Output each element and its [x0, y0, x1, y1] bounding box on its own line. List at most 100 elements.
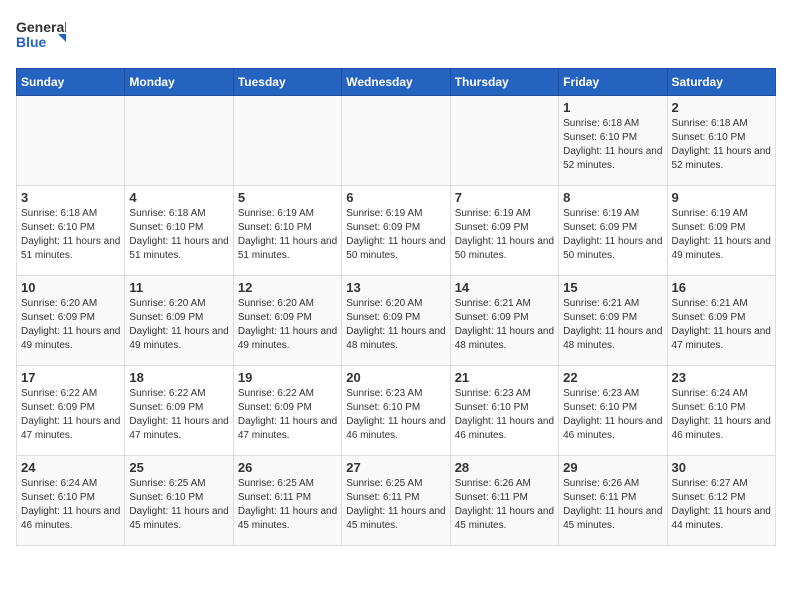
calendar-cell: 13 Sunrise: 6:20 AM Sunset: 6:09 PM Dayli… — [342, 276, 450, 366]
day-number: 1 — [563, 100, 662, 115]
calendar-cell: 29 Sunrise: 6:26 AM Sunset: 6:11 PM Dayli… — [559, 456, 667, 546]
day-info: Sunrise: 6:18 AM Sunset: 6:10 PM Dayligh… — [21, 207, 120, 263]
svg-text:General: General — [16, 19, 66, 35]
day-info: Sunrise: 6:20 AM Sunset: 6:09 PM Dayligh… — [21, 297, 120, 353]
day-number: 23 — [672, 370, 771, 385]
day-info: Sunrise: 6:18 AM Sunset: 6:10 PM Dayligh… — [672, 117, 771, 173]
day-info: Sunrise: 6:20 AM Sunset: 6:09 PM Dayligh… — [346, 297, 445, 353]
day-info: Sunrise: 6:20 AM Sunset: 6:09 PM Dayligh… — [129, 297, 228, 353]
weekday-header-friday: Friday — [559, 69, 667, 96]
calendar-cell: 10 Sunrise: 6:20 AM Sunset: 6:09 PM Dayli… — [17, 276, 125, 366]
calendar-cell: 15 Sunrise: 6:21 AM Sunset: 6:09 PM Dayli… — [559, 276, 667, 366]
logo-svg: General Blue — [16, 16, 66, 56]
day-number: 8 — [563, 190, 662, 205]
calendar-cell: 21Sunrise: 6:23 AM Sunset: 6:10 PM Dayli… — [450, 366, 558, 456]
calendar-week-1: 3Sunrise: 6:18 AM Sunset: 6:10 PM Daylig… — [17, 186, 776, 276]
day-number: 2 — [672, 100, 771, 115]
day-number: 19 — [238, 370, 337, 385]
day-info: Sunrise: 6:18 AM Sunset: 6:10 PM Dayligh… — [563, 117, 662, 173]
day-number: 11 — [129, 280, 228, 295]
day-info: Sunrise: 6:21 AM Sunset: 6:09 PM Dayligh… — [563, 297, 662, 353]
weekday-header-sunday: Sunday — [17, 69, 125, 96]
day-number: 15 — [563, 280, 662, 295]
day-number: 14 — [455, 280, 554, 295]
day-number: 6 — [346, 190, 445, 205]
day-number: 10 — [21, 280, 120, 295]
day-info: Sunrise: 6:23 AM Sunset: 6:10 PM Dayligh… — [563, 387, 662, 443]
calendar-cell — [342, 96, 450, 186]
day-number: 17 — [21, 370, 120, 385]
calendar-cell: 3Sunrise: 6:18 AM Sunset: 6:10 PM Daylig… — [17, 186, 125, 276]
svg-text:Blue: Blue — [16, 34, 47, 50]
day-info: Sunrise: 6:22 AM Sunset: 6:09 PM Dayligh… — [129, 387, 228, 443]
day-info: Sunrise: 6:19 AM Sunset: 6:10 PM Dayligh… — [238, 207, 337, 263]
day-info: Sunrise: 6:24 AM Sunset: 6:10 PM Dayligh… — [21, 477, 120, 533]
calendar-cell: 20Sunrise: 6:23 AM Sunset: 6:10 PM Dayli… — [342, 366, 450, 456]
day-number: 30 — [672, 460, 771, 475]
calendar-cell — [450, 96, 558, 186]
day-info: Sunrise: 6:25 AM Sunset: 6:10 PM Dayligh… — [129, 477, 228, 533]
day-info: Sunrise: 6:18 AM Sunset: 6:10 PM Dayligh… — [129, 207, 228, 263]
day-info: Sunrise: 6:24 AM Sunset: 6:10 PM Dayligh… — [672, 387, 771, 443]
weekday-header-row: SundayMondayTuesdayWednesdayThursdayFrid… — [17, 69, 776, 96]
calendar-cell: 22 Sunrise: 6:23 AM Sunset: 6:10 PM Dayli… — [559, 366, 667, 456]
calendar-cell: 14 Sunrise: 6:21 AM Sunset: 6:09 PM Dayli… — [450, 276, 558, 366]
calendar-cell: 7Sunrise: 6:19 AM Sunset: 6:09 PM Daylig… — [450, 186, 558, 276]
calendar-cell — [17, 96, 125, 186]
calendar-week-3: 17 Sunrise: 6:22 AM Sunset: 6:09 PM Dayli… — [17, 366, 776, 456]
day-info: Sunrise: 6:21 AM Sunset: 6:09 PM Dayligh… — [672, 297, 771, 353]
day-info: Sunrise: 6:20 AM Sunset: 6:09 PM Dayligh… — [238, 297, 337, 353]
day-number: 12 — [238, 280, 337, 295]
calendar-cell — [125, 96, 233, 186]
day-info: Sunrise: 6:21 AM Sunset: 6:09 PM Dayligh… — [455, 297, 554, 353]
calendar-cell: 18 Sunrise: 6:22 AM Sunset: 6:09 PM Dayli… — [125, 366, 233, 456]
day-number: 18 — [129, 370, 228, 385]
weekday-header-monday: Monday — [125, 69, 233, 96]
day-info: Sunrise: 6:19 AM Sunset: 6:09 PM Dayligh… — [563, 207, 662, 263]
day-info: Sunrise: 6:23 AM Sunset: 6:10 PM Dayligh… — [346, 387, 445, 443]
day-number: 9 — [672, 190, 771, 205]
day-number: 29 — [563, 460, 662, 475]
weekday-header-thursday: Thursday — [450, 69, 558, 96]
day-info: Sunrise: 6:26 AM Sunset: 6:11 PM Dayligh… — [563, 477, 662, 533]
logo: General Blue — [16, 16, 66, 56]
day-number: 24 — [21, 460, 120, 475]
day-number: 25 — [129, 460, 228, 475]
page-header: General Blue — [16, 16, 776, 56]
calendar-cell: 25 Sunrise: 6:25 AM Sunset: 6:10 PM Dayli… — [125, 456, 233, 546]
day-info: Sunrise: 6:22 AM Sunset: 6:09 PM Dayligh… — [21, 387, 120, 443]
calendar-cell: 28Sunrise: 6:26 AM Sunset: 6:11 PM Dayli… — [450, 456, 558, 546]
calendar-cell: 27 Sunrise: 6:25 AM Sunset: 6:11 PM Dayli… — [342, 456, 450, 546]
day-number: 28 — [455, 460, 554, 475]
calendar-cell: 2 Sunrise: 6:18 AM Sunset: 6:10 PM Daylig… — [667, 96, 775, 186]
calendar-cell: 24 Sunrise: 6:24 AM Sunset: 6:10 PM Dayli… — [17, 456, 125, 546]
calendar-cell: 26Sunrise: 6:25 AM Sunset: 6:11 PM Dayli… — [233, 456, 341, 546]
weekday-header-saturday: Saturday — [667, 69, 775, 96]
calendar-cell: 8 Sunrise: 6:19 AM Sunset: 6:09 PM Daylig… — [559, 186, 667, 276]
day-number: 13 — [346, 280, 445, 295]
day-number: 16 — [672, 280, 771, 295]
calendar-cell: 5 Sunrise: 6:19 AM Sunset: 6:10 PM Daylig… — [233, 186, 341, 276]
day-info: Sunrise: 6:19 AM Sunset: 6:09 PM Dayligh… — [672, 207, 771, 263]
day-info: Sunrise: 6:25 AM Sunset: 6:11 PM Dayligh… — [346, 477, 445, 533]
day-info: Sunrise: 6:25 AM Sunset: 6:11 PM Dayligh… — [238, 477, 337, 533]
calendar-cell: 19 Sunrise: 6:22 AM Sunset: 6:09 PM Dayli… — [233, 366, 341, 456]
day-info: Sunrise: 6:19 AM Sunset: 6:09 PM Dayligh… — [346, 207, 445, 263]
calendar-cell: 16 Sunrise: 6:21 AM Sunset: 6:09 PM Dayli… — [667, 276, 775, 366]
weekday-header-wednesday: Wednesday — [342, 69, 450, 96]
calendar-cell: 30 Sunrise: 6:27 AM Sunset: 6:12 PM Dayli… — [667, 456, 775, 546]
day-number: 21 — [455, 370, 554, 385]
day-info: Sunrise: 6:27 AM Sunset: 6:12 PM Dayligh… — [672, 477, 771, 533]
day-number: 7 — [455, 190, 554, 205]
calendar-week-2: 10 Sunrise: 6:20 AM Sunset: 6:09 PM Dayli… — [17, 276, 776, 366]
day-number: 27 — [346, 460, 445, 475]
calendar-cell: 9 Sunrise: 6:19 AM Sunset: 6:09 PM Daylig… — [667, 186, 775, 276]
calendar-cell: 23 Sunrise: 6:24 AM Sunset: 6:10 PM Dayli… — [667, 366, 775, 456]
day-number: 4 — [129, 190, 228, 205]
day-number: 22 — [563, 370, 662, 385]
calendar-table: SundayMondayTuesdayWednesdayThursdayFrid… — [16, 68, 776, 546]
calendar-cell: 11 Sunrise: 6:20 AM Sunset: 6:09 PM Dayli… — [125, 276, 233, 366]
day-info: Sunrise: 6:22 AM Sunset: 6:09 PM Dayligh… — [238, 387, 337, 443]
calendar-cell: 1 Sunrise: 6:18 AM Sunset: 6:10 PM Daylig… — [559, 96, 667, 186]
day-number: 5 — [238, 190, 337, 205]
